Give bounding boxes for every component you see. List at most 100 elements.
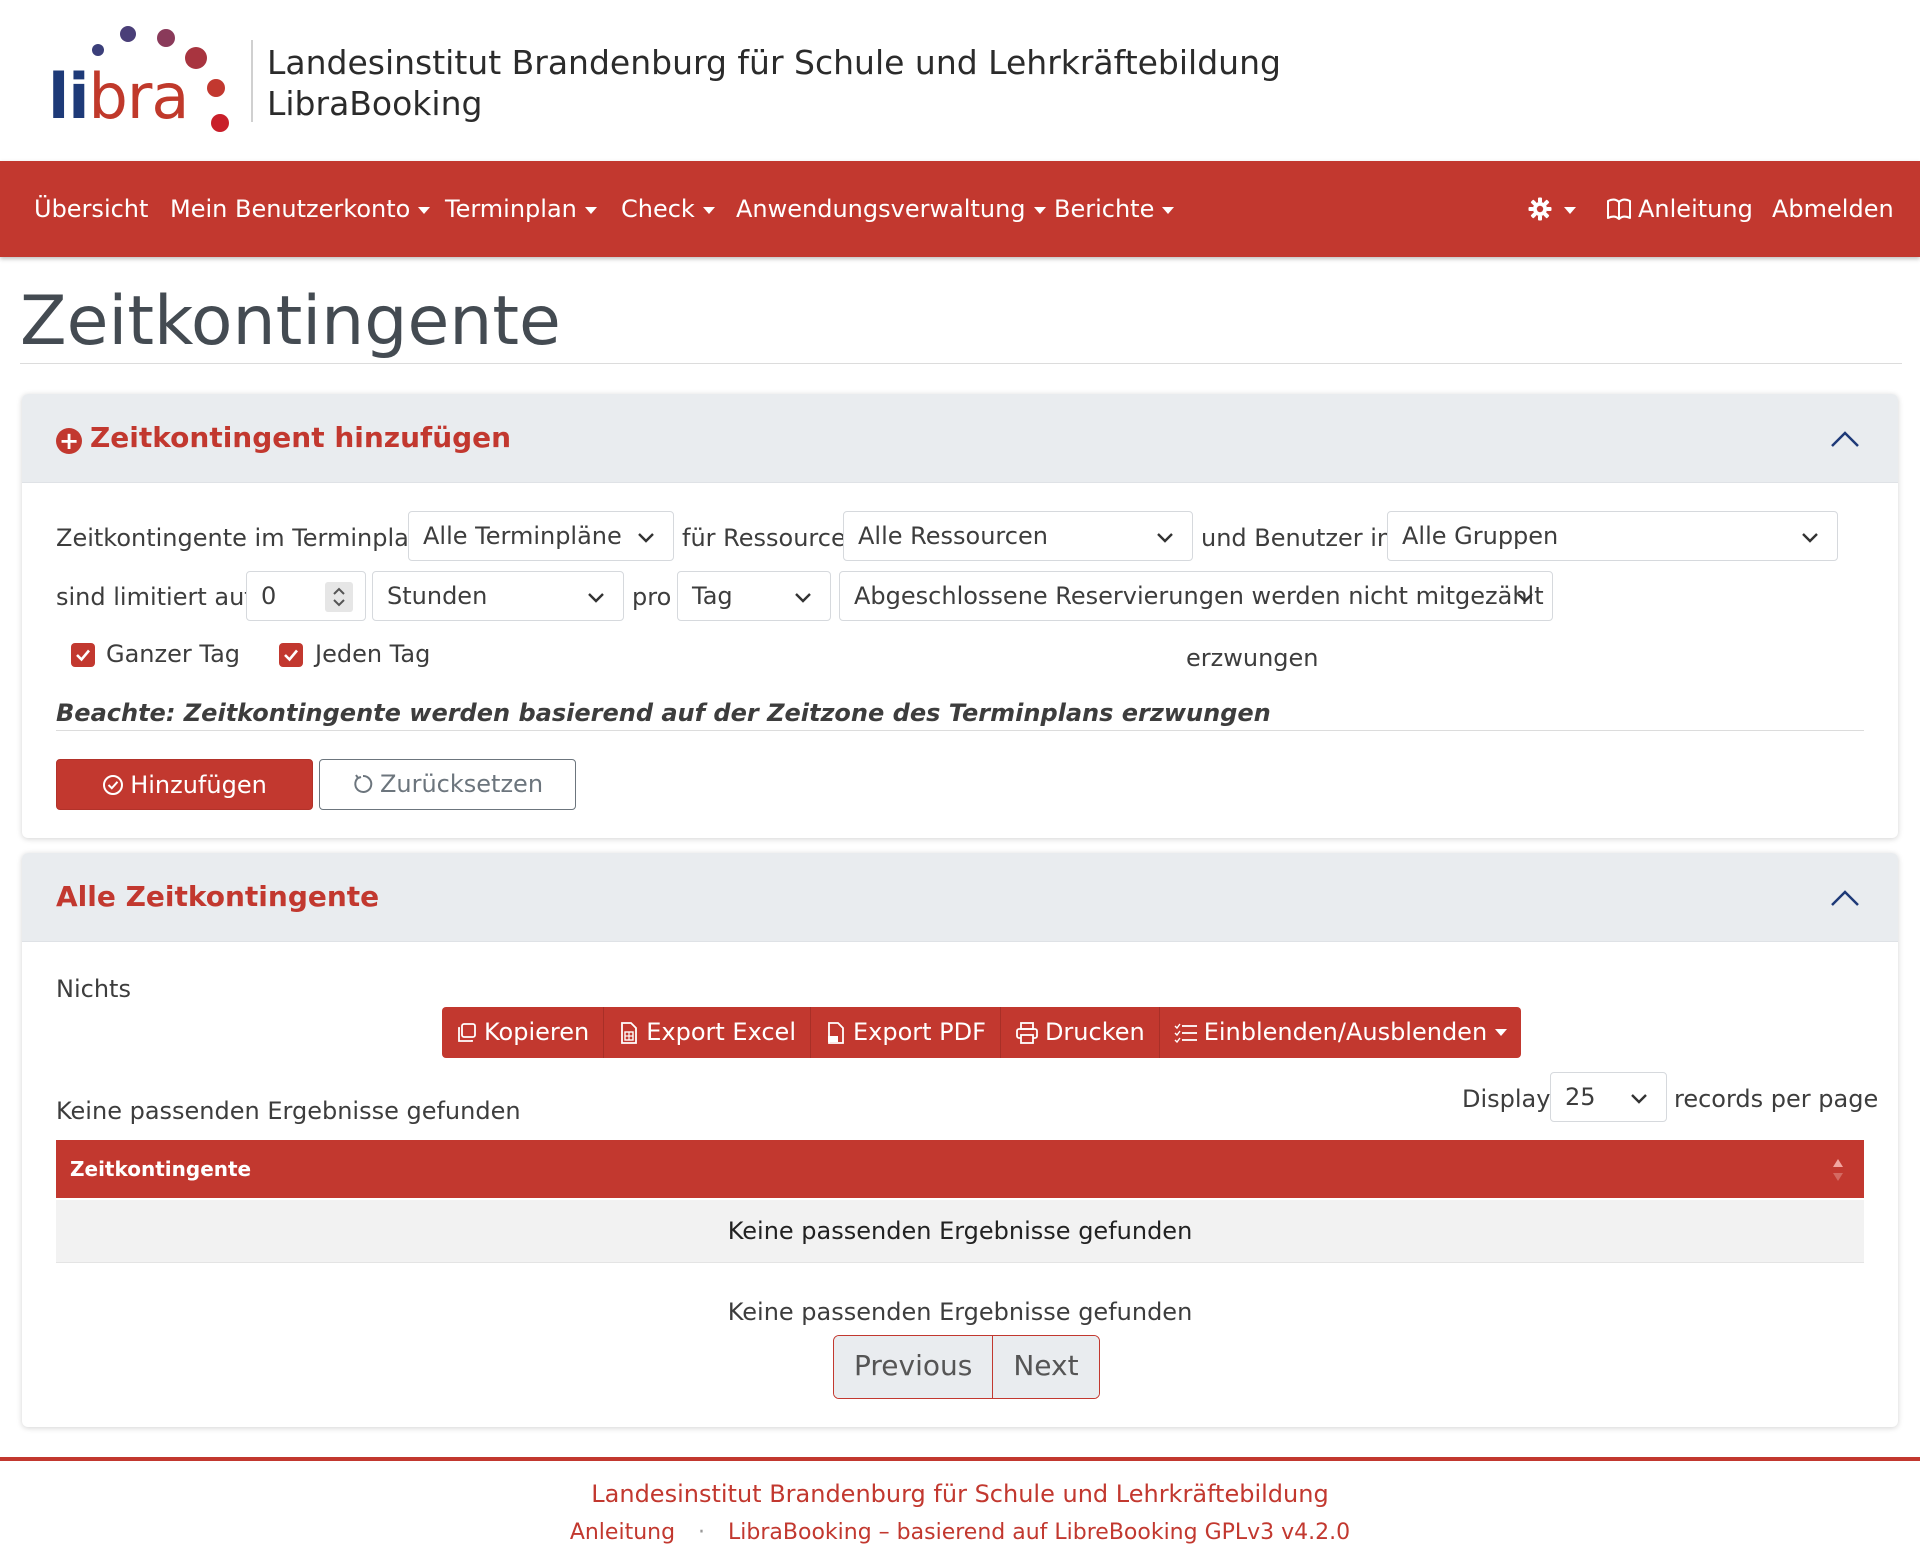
export-excel-label: Export Excel — [646, 1018, 796, 1046]
every-day-checkbox[interactable] — [279, 643, 303, 667]
nav-check[interactable]: Check — [621, 161, 715, 257]
title-divider — [20, 363, 1902, 364]
list-icon — [1174, 1023, 1197, 1043]
reset-icon — [354, 774, 373, 793]
limit-label: sind limitiert auf — [56, 583, 253, 611]
export-button-group: Kopieren Export Excel Export PDF Drucken — [442, 1007, 1522, 1058]
plus-circle-icon: + — [56, 428, 82, 454]
limit-number-input[interactable]: 0 — [246, 571, 366, 621]
chevron-down-icon — [1517, 593, 1533, 603]
nav-admin-label: Anwendungsverwaltung — [736, 195, 1026, 223]
next-page-button[interactable]: Next — [993, 1336, 1099, 1398]
copy-button[interactable]: Kopieren — [442, 1007, 605, 1058]
all-quotas-card-header[interactable]: Alle Zeitkontingente — [22, 853, 1898, 942]
nothing-label: Nichts — [56, 975, 131, 1003]
nav-account[interactable]: Mein Benutzerkonto — [170, 161, 431, 257]
add-button[interactable]: Hinzufügen — [56, 759, 313, 810]
schedule-label: Zeitkontingente im Terminplan — [56, 524, 425, 552]
footer-separator: · — [698, 1520, 706, 1545]
header-divider — [251, 40, 253, 122]
nav-schedule-label: Terminplan — [445, 195, 577, 223]
print-button-label: Drucken — [1044, 1018, 1145, 1046]
check-circle-icon — [103, 775, 124, 795]
chevron-down-icon — [588, 593, 604, 603]
page-size-select[interactable]: 25 — [1550, 1072, 1667, 1122]
add-quota-card-header[interactable]: + Zeitkontingent hinzufügen — [22, 394, 1898, 483]
table-header: Zeitkontingente — [56, 1140, 1864, 1198]
caret-down-icon — [1162, 206, 1175, 214]
whole-day-checkbox[interactable] — [71, 643, 95, 667]
site-header: libra Landesinstitut Brandenburg für Sch… — [0, 0, 1920, 161]
caret-down-icon — [702, 206, 715, 214]
caret-down-icon — [1033, 206, 1046, 214]
note-divider — [56, 730, 1864, 731]
period-select-value: Tag — [692, 582, 733, 610]
print-button[interactable]: Drucken — [1001, 1007, 1160, 1058]
chevron-down-icon — [1157, 533, 1173, 543]
resource-select-value: Alle Ressourcen — [858, 522, 1048, 550]
nav-manual[interactable]: Anleitung — [1606, 161, 1753, 257]
caret-down-icon — [584, 206, 597, 214]
table-info: Keine passenden Ergebnisse gefunden — [727, 1298, 1193, 1326]
footer-manual-link[interactable]: Anleitung — [570, 1520, 675, 1545]
nav-manual-label: Anleitung — [1638, 195, 1753, 223]
export-excel-button[interactable]: Export Excel — [604, 1007, 811, 1058]
whole-day-label: Ganzer Tag — [106, 640, 241, 668]
nav-schedule[interactable]: Terminplan — [445, 161, 597, 257]
chevron-up-icon[interactable] — [1830, 424, 1860, 454]
chevron-down-icon — [795, 593, 811, 603]
nav-account-label: Mein Benutzerkonto — [170, 195, 411, 223]
book-icon — [1607, 198, 1631, 220]
nav-logout[interactable]: Abmelden — [1772, 161, 1894, 257]
footer-divider — [0, 1457, 1920, 1461]
column-visibility-label: Einblenden/Ausblenden — [1203, 1018, 1488, 1046]
table-row: Keine passenden Ergebnisse gefunden — [56, 1200, 1864, 1263]
period-select[interactable]: Tag — [677, 571, 831, 621]
check-icon — [76, 649, 90, 662]
chevron-up-icon[interactable] — [1830, 883, 1860, 913]
page-size-value: 25 — [1565, 1083, 1596, 1111]
gear-icon — [1528, 197, 1552, 221]
every-day-label: Jeden Tag — [315, 640, 431, 668]
caret-down-icon — [418, 206, 431, 214]
printer-icon — [1016, 1021, 1038, 1044]
copy-button-label: Kopieren — [484, 1018, 590, 1046]
reset-button-label: Zurücksetzen — [379, 770, 544, 798]
column-header-quotas[interactable]: Zeitkontingente — [70, 1140, 251, 1198]
spinner-icon[interactable] — [325, 582, 353, 612]
sort-icon[interactable] — [1832, 1157, 1844, 1183]
footer-institute: Landesinstitut Brandenburg für Schule un… — [591, 1480, 1329, 1508]
footer-links: Anleitung · LibraBooking – basierend auf… — [0, 1520, 1920, 1545]
nav-reports[interactable]: Berichte — [1054, 161, 1175, 257]
page-title: Zeitkontingente — [20, 282, 561, 361]
unit-select[interactable]: Stunden — [372, 571, 624, 621]
pdf-file-icon — [827, 1021, 844, 1044]
main-navbar: Übersicht Mein Benutzerkonto Terminplan … — [0, 161, 1920, 257]
pagination: Previous Next — [833, 1335, 1100, 1399]
export-pdf-label: Export PDF — [852, 1018, 986, 1046]
nav-admin[interactable]: Anwendungsverwaltung — [736, 161, 1046, 257]
site-title: Landesinstitut Brandenburg für Schule un… — [267, 42, 1281, 124]
nav-reports-label: Berichte — [1054, 195, 1155, 223]
caret-down-icon — [1495, 1029, 1508, 1036]
logo-text-li: li — [48, 60, 90, 133]
resource-select[interactable]: Alle Ressourcen — [843, 511, 1193, 561]
reset-button[interactable]: Zurücksetzen — [319, 759, 576, 810]
no-results-top: Keine passenden Ergebnisse gefunden — [56, 1097, 521, 1125]
column-visibility-button[interactable]: Einblenden/Ausblenden — [1160, 1007, 1521, 1058]
completed-reservations-select[interactable]: Abgeschlossene Reservierungen werden nic… — [839, 571, 1553, 621]
group-select[interactable]: Alle Gruppen — [1387, 511, 1838, 561]
libra-logo[interactable]: libra — [44, 20, 244, 140]
export-pdf-button[interactable]: Export PDF — [811, 1007, 1001, 1058]
nav-settings[interactable] — [1528, 161, 1576, 257]
footer-credits[interactable]: LibraBooking – basierend auf LibreBookin… — [728, 1520, 1350, 1545]
all-quotas-title: Alle Zeitkontingente — [56, 880, 380, 913]
limit-number-value: 0 — [261, 582, 277, 610]
timezone-note: Beachte: Zeitkontingente werden basieren… — [56, 699, 1271, 727]
nav-overview[interactable]: Übersicht — [34, 161, 148, 257]
schedule-select[interactable]: Alle Terminpläne — [408, 511, 674, 561]
previous-page-button[interactable]: Previous — [834, 1336, 994, 1398]
group-select-value: Alle Gruppen — [1402, 522, 1559, 550]
empty-table-message: Keine passenden Ergebnisse gefunden — [727, 1217, 1193, 1245]
group-label: und Benutzer in — [1201, 524, 1393, 552]
